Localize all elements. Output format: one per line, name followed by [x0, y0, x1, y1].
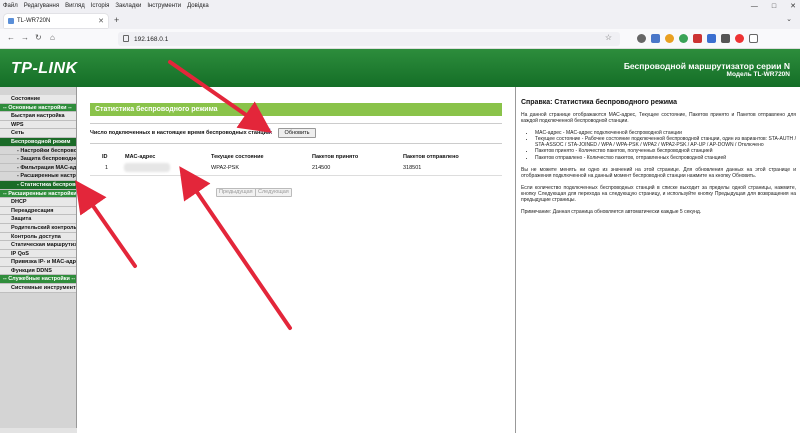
table-cell-id: 1: [105, 165, 109, 171]
minimize-icon[interactable]: —: [751, 3, 758, 10]
router-series-title: Беспроводной маршрутизатор серии N: [623, 61, 790, 71]
sidebar-item-security[interactable]: Защита: [0, 215, 76, 224]
main-content: Статистика беспроводного режима Число по…: [77, 87, 515, 433]
extension-icon[interactable]: [679, 34, 688, 43]
sidebar-section-basic[interactable]: -- Основные настройки --: [0, 103, 76, 113]
column-header-state: Текущее состояние: [211, 154, 264, 160]
prev-page-button[interactable]: Предыдущая: [216, 188, 256, 197]
sidebar-item-parental-control[interactable]: Родительский контроль: [0, 223, 76, 233]
extension-toolbar: [637, 34, 758, 43]
tp-link-logo: TP-LINK: [11, 60, 78, 77]
forward-icon[interactable]: →: [21, 33, 29, 42]
sidebar-item-forwarding[interactable]: Переадресация: [0, 206, 76, 216]
extensions-puzzle-icon[interactable]: [721, 34, 730, 43]
adblock-icon[interactable]: [693, 34, 702, 43]
divider: [90, 143, 502, 144]
navigation-bar: ← → ↻ ⌂ 192.168.0.1 ☆: [0, 29, 800, 49]
help-paragraph-paging: Если количество подключенных беспроводны…: [521, 184, 796, 204]
help-intro: На данной странице отображаются MAC-адре…: [521, 112, 796, 125]
divider: [90, 175, 502, 176]
help-bullet-state: Текущее состояние - Рабочее состояние по…: [535, 136, 796, 149]
sidebar-item-static-routing[interactable]: Статическая маршрутизац: [0, 241, 76, 250]
pocket-icon[interactable]: [637, 34, 646, 43]
help-bullet-sent: Пакетов отправлено - Количество пакетов,…: [535, 155, 796, 161]
stations-count-label: Число подключенных в настоящее время бес…: [90, 130, 273, 136]
sidebar-item-wireless-security[interactable]: - Защита беспроводного р: [0, 155, 76, 164]
next-page-button[interactable]: Следующая: [255, 188, 292, 197]
chevron-down-icon[interactable]: ⌄: [786, 15, 792, 23]
sidebar-section-advanced[interactable]: -- Расширенные настройки --: [0, 189, 76, 199]
bookmark-star-icon[interactable]: ☆: [605, 33, 612, 42]
reload-icon[interactable]: ↻: [35, 33, 42, 42]
favicon-icon: [8, 18, 14, 24]
tab-bar: TL-WR720N ✕ + ⌄: [0, 12, 800, 29]
page-header: TP-LINK Беспроводной маршрутизатор серии…: [0, 49, 800, 87]
sidebar-item-wps[interactable]: WPS: [0, 120, 76, 130]
back-icon[interactable]: ←: [7, 33, 15, 42]
sidebar-section-system[interactable]: -- Служебные настройки --: [0, 275, 76, 285]
help-panel: Справка: Статистика беспроводного режима…: [515, 87, 800, 433]
menu-view[interactable]: Вигляд: [65, 3, 85, 9]
column-header-id: ID: [102, 154, 108, 160]
menu-tools[interactable]: Інструменти: [147, 3, 181, 9]
column-header-sent: Пакетов отправлено: [403, 154, 459, 160]
menu-bookmarks[interactable]: Закладки: [115, 3, 141, 9]
divider: [90, 123, 502, 124]
sidebar-item-wireless-advanced[interactable]: - Расширенные настрой: [0, 172, 76, 181]
table-cell-state: WPA2-PSK: [211, 165, 240, 171]
close-tab-icon[interactable]: ✕: [98, 17, 104, 25]
column-header-received: Пакетов принято: [312, 154, 359, 160]
maximize-icon[interactable]: □: [772, 3, 776, 10]
sidebar-item-ddns[interactable]: Функция DDNS: [0, 266, 76, 276]
menu-icon[interactable]: [749, 34, 758, 43]
extension-icon[interactable]: [665, 34, 674, 43]
table-cell-sent: 318501: [403, 165, 422, 171]
help-title: Справка: Статистика беспроводного режима: [521, 99, 678, 106]
extension-icon[interactable]: [651, 34, 660, 43]
sidebar-item-dhcp[interactable]: DHCP: [0, 198, 76, 207]
new-tab-icon[interactable]: +: [114, 15, 119, 25]
router-page: TP-LINK Беспроводной маршрутизатор серии…: [0, 49, 800, 433]
help-note: Примечание: Данная страница обновляется …: [521, 208, 702, 215]
menu-bar: Файл Редагування Вигляд Історія Закладки…: [0, 0, 800, 12]
url-text: 192.168.0.1: [134, 35, 169, 43]
page-title: Статистика беспроводного режима: [90, 103, 502, 116]
sidebar-item-status[interactable]: Состояние: [0, 95, 76, 104]
help-paragraph-refresh: Вы не можете менять ни одно из значений …: [521, 167, 796, 180]
sidebar-item-ip-qos[interactable]: IP QoS: [0, 249, 76, 259]
mac-address-redacted: [124, 163, 170, 172]
refresh-button[interactable]: Обновить: [278, 128, 316, 138]
sidebar-item-wireless-settings[interactable]: - Настройки беспроводного: [0, 146, 76, 156]
menu-edit[interactable]: Редагування: [24, 3, 59, 9]
browser-tab[interactable]: TL-WR720N ✕: [4, 14, 108, 28]
menu-help[interactable]: Довідка: [187, 3, 209, 9]
address-bar[interactable]: 192.168.0.1 ☆: [118, 32, 620, 46]
vpn-icon[interactable]: [707, 34, 716, 43]
tab-title: TL-WR720N: [17, 18, 51, 24]
sidebar-item-ip-mac-binding[interactable]: Привязка IP- и MAC-адрес: [0, 258, 76, 267]
sidebar-item-network[interactable]: Сеть: [0, 129, 76, 138]
help-list: MAC-адрес - MAC-адрес подключенной беспр…: [535, 130, 796, 161]
window-controls: — □ ✕: [751, 0, 796, 12]
menu-file[interactable]: Файл: [3, 3, 18, 9]
menu-history[interactable]: Історія: [91, 3, 110, 9]
lock-icon[interactable]: [123, 35, 129, 42]
sidebar-item-quick-setup[interactable]: Быстрая настройка: [0, 112, 76, 121]
close-window-icon[interactable]: ✕: [790, 2, 796, 10]
sidebar-item-mac-filtering[interactable]: - Фильтрация MAC-адре: [0, 163, 76, 173]
extension-icon[interactable]: [735, 34, 744, 43]
table-cell-received: 214500: [312, 165, 331, 171]
sidebar-item-system-tools[interactable]: Системные инструменты: [0, 284, 76, 293]
home-icon[interactable]: ⌂: [50, 33, 55, 42]
sidebar-scrollbar[interactable]: [0, 428, 77, 433]
sidebar-item-wireless-statistics[interactable]: - Статистика беспровод: [0, 180, 76, 190]
router-model: Модель TL-WR720N: [726, 71, 790, 78]
stations-count-value: 1: [268, 129, 272, 135]
column-header-mac: MAC-адрес: [125, 154, 156, 160]
sidebar-menu: Состояние -- Основные настройки -- Быстр…: [0, 87, 77, 433]
sidebar-item-access-control[interactable]: Контроль доступа: [0, 232, 76, 242]
sidebar-item-wireless[interactable]: Беспроводной режим: [0, 137, 76, 147]
